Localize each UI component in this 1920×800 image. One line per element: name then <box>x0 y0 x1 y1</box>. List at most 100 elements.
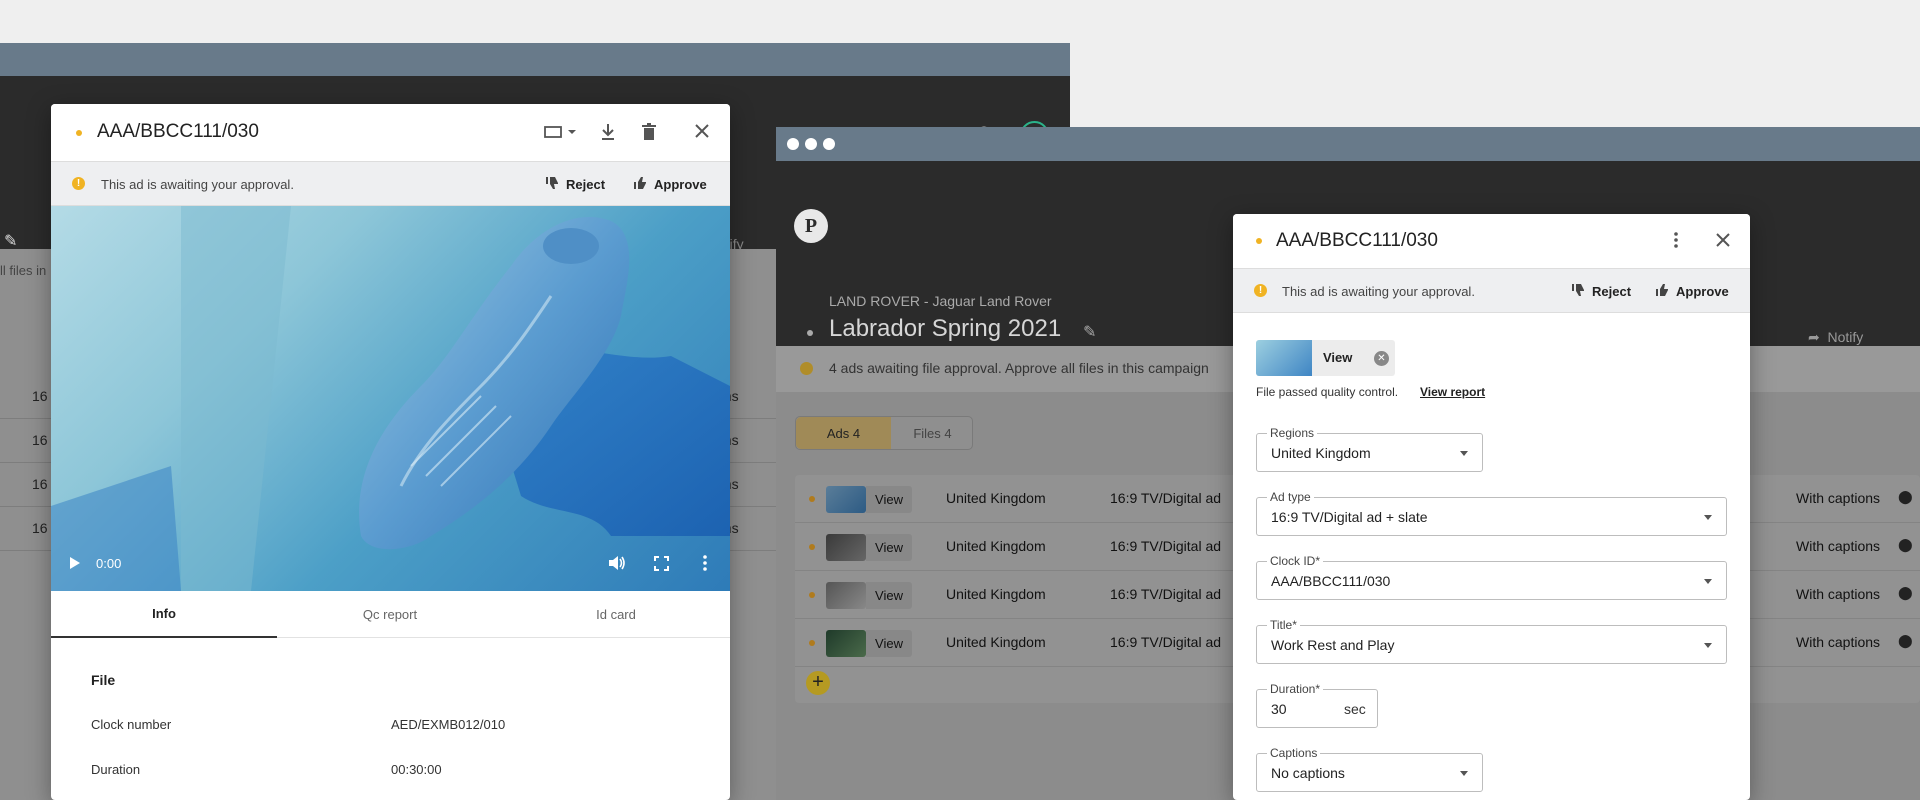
aspect-ratio-dropdown[interactable] <box>544 124 580 145</box>
edit-icon[interactable]: ✎ <box>4 231 17 251</box>
location-pin-icon[interactable]: ⬤ <box>1898 633 1913 649</box>
download-icon[interactable] <box>600 123 616 146</box>
modal-header: AAA/BBCC111/030 <box>51 104 730 161</box>
close-icon[interactable] <box>1715 232 1731 253</box>
info-value: AED/EXMB012/010 <box>391 717 506 732</box>
chevron-down-icon <box>1704 579 1712 584</box>
field-value: AAA/BBCC111/030 <box>1271 573 1391 589</box>
sneaker-video-frame <box>51 206 730 591</box>
approve-button[interactable]: Approve <box>634 176 707 193</box>
close-icon[interactable] <box>694 123 710 144</box>
field-value: No captions <box>1271 765 1345 781</box>
row-region: United Kingdom <box>946 490 1046 506</box>
fullscreen-icon[interactable] <box>654 556 669 576</box>
ad-preview-modal: AAA/BBCC111/030 ! This ad is awaiting yo… <box>51 104 730 800</box>
info-icon: ! <box>1254 284 1267 297</box>
approval-bar: ! This ad is awaiting your approval. Rej… <box>1233 268 1750 313</box>
view-button[interactable]: View <box>866 630 912 657</box>
clock-id-select[interactable]: Clock ID* AAA/BBCC111/030 <box>1256 554 1727 600</box>
app-logo[interactable]: P <box>794 209 828 243</box>
location-pin-icon[interactable]: ⬤ <box>1898 489 1913 505</box>
ad-thumbnail <box>826 534 866 561</box>
window-control-dot[interactable] <box>787 138 799 150</box>
notify-button[interactable]: ➦ Notify <box>1808 329 1863 346</box>
reject-button[interactable]: Reject <box>546 176 605 193</box>
approval-text: This ad is awaiting your approval. <box>101 177 294 192</box>
field-label: Captions <box>1267 746 1321 760</box>
thumbs-up-icon <box>634 176 648 193</box>
chevron-down-icon <box>1460 771 1468 776</box>
modal-title: AAA/BBCC111/030 <box>1276 230 1438 251</box>
field-value: United Kingdom <box>1271 445 1371 461</box>
approval-bar: ! This ad is awaiting your approval. Rej… <box>51 161 730 206</box>
ads-files-tabs: Ads 4 Files 4 <box>795 416 973 450</box>
notify-label: Notify <box>1827 329 1864 345</box>
tab-info[interactable]: Info <box>51 591 277 638</box>
thumbs-down-icon <box>546 176 560 193</box>
chevron-down-icon <box>1460 451 1468 456</box>
duration-input[interactable]: Duration* 30 sec <box>1256 682 1378 728</box>
location-pin-icon[interactable]: ⬤ <box>1898 585 1913 601</box>
tab-ads[interactable]: Ads 4 <box>796 417 891 449</box>
more-options-icon[interactable] <box>703 555 707 576</box>
row-captions: With captions <box>1796 586 1881 602</box>
modal-tabs: Info Qc report Id card <box>51 591 730 638</box>
file-view-button[interactable]: View <box>1323 350 1352 365</box>
row-captions: With captions <box>1796 634 1881 650</box>
file-thumbnail <box>1256 340 1312 376</box>
row-region: United Kingdom <box>946 538 1046 554</box>
section-title: File <box>91 672 116 688</box>
reject-button[interactable]: Reject <box>1572 283 1631 300</box>
approve-label: Approve <box>1676 284 1729 299</box>
remove-file-icon[interactable]: ✕ <box>1374 351 1389 366</box>
field-value: 30 <box>1271 701 1287 717</box>
play-icon[interactable] <box>69 556 81 575</box>
row-captions: With captions <box>1796 490 1881 506</box>
view-button[interactable]: View <box>866 534 912 561</box>
ad-thumbnail <box>826 630 866 657</box>
reject-label: Reject <box>1592 284 1632 299</box>
delete-icon[interactable] <box>642 123 656 146</box>
info-icon <box>800 362 813 375</box>
status-dot <box>809 496 815 502</box>
approve-button[interactable]: Approve <box>1656 283 1729 300</box>
row-format: 16:9 TV/Digital ad <box>1110 586 1222 602</box>
approve-label: Approve <box>654 177 707 192</box>
thumbs-down-icon <box>1572 283 1586 300</box>
qc-status-text: File passed quality control. <box>1256 385 1399 399</box>
field-label: Ad type <box>1267 490 1314 504</box>
captions-select[interactable]: Captions No captions <box>1256 746 1483 792</box>
campaign-title: Labrador Spring 2021 <box>829 315 1062 342</box>
info-icon: ! <box>72 177 85 190</box>
more-options-icon[interactable] <box>1674 232 1678 253</box>
row-captions: With captions <box>1796 538 1881 554</box>
edit-icon[interactable]: ✎ <box>1083 322 1096 342</box>
view-button[interactable]: View <box>866 486 912 513</box>
window-control-dot[interactable] <box>823 138 835 150</box>
volume-icon[interactable] <box>608 555 626 576</box>
add-ad-button[interactable]: + <box>806 671 830 695</box>
campaign-client: LAND ROVER - Jaguar Land Rover <box>829 293 1052 309</box>
title-select[interactable]: Title* Work Rest and Play <box>1256 618 1727 664</box>
view-button[interactable]: View <box>866 582 912 609</box>
row-format-fragment: 16 <box>32 476 48 492</box>
tab-files[interactable]: Files 4 <box>891 417 974 449</box>
window-control-dot[interactable] <box>805 138 817 150</box>
reject-label: Reject <box>566 177 606 192</box>
ad-type-select[interactable]: Ad type 16:9 TV/Digital ad + slate <box>1256 490 1727 536</box>
tab-qc-report[interactable]: Qc report <box>277 591 503 638</box>
view-report-link[interactable]: View report <box>1420 385 1485 399</box>
status-dot <box>809 544 815 550</box>
banner-text-fragment: ll files in <box>0 263 47 278</box>
tab-id-card[interactable]: Id card <box>503 591 729 638</box>
window-titlebar <box>0 43 1070 76</box>
location-pin-icon[interactable]: ⬤ <box>1898 537 1913 553</box>
status-dot <box>76 130 82 136</box>
modal-header: AAA/BBCC111/030 <box>1233 214 1750 268</box>
row-format: 16:9 TV/Digital ad <box>1110 490 1222 506</box>
field-label: Title* <box>1267 618 1300 632</box>
approval-text: This ad is awaiting your approval. <box>1282 284 1475 299</box>
file-chip: View ✕ <box>1256 340 1395 376</box>
regions-select[interactable]: Regions United Kingdom <box>1256 426 1483 472</box>
video-player[interactable]: 0:00 <box>51 206 730 591</box>
